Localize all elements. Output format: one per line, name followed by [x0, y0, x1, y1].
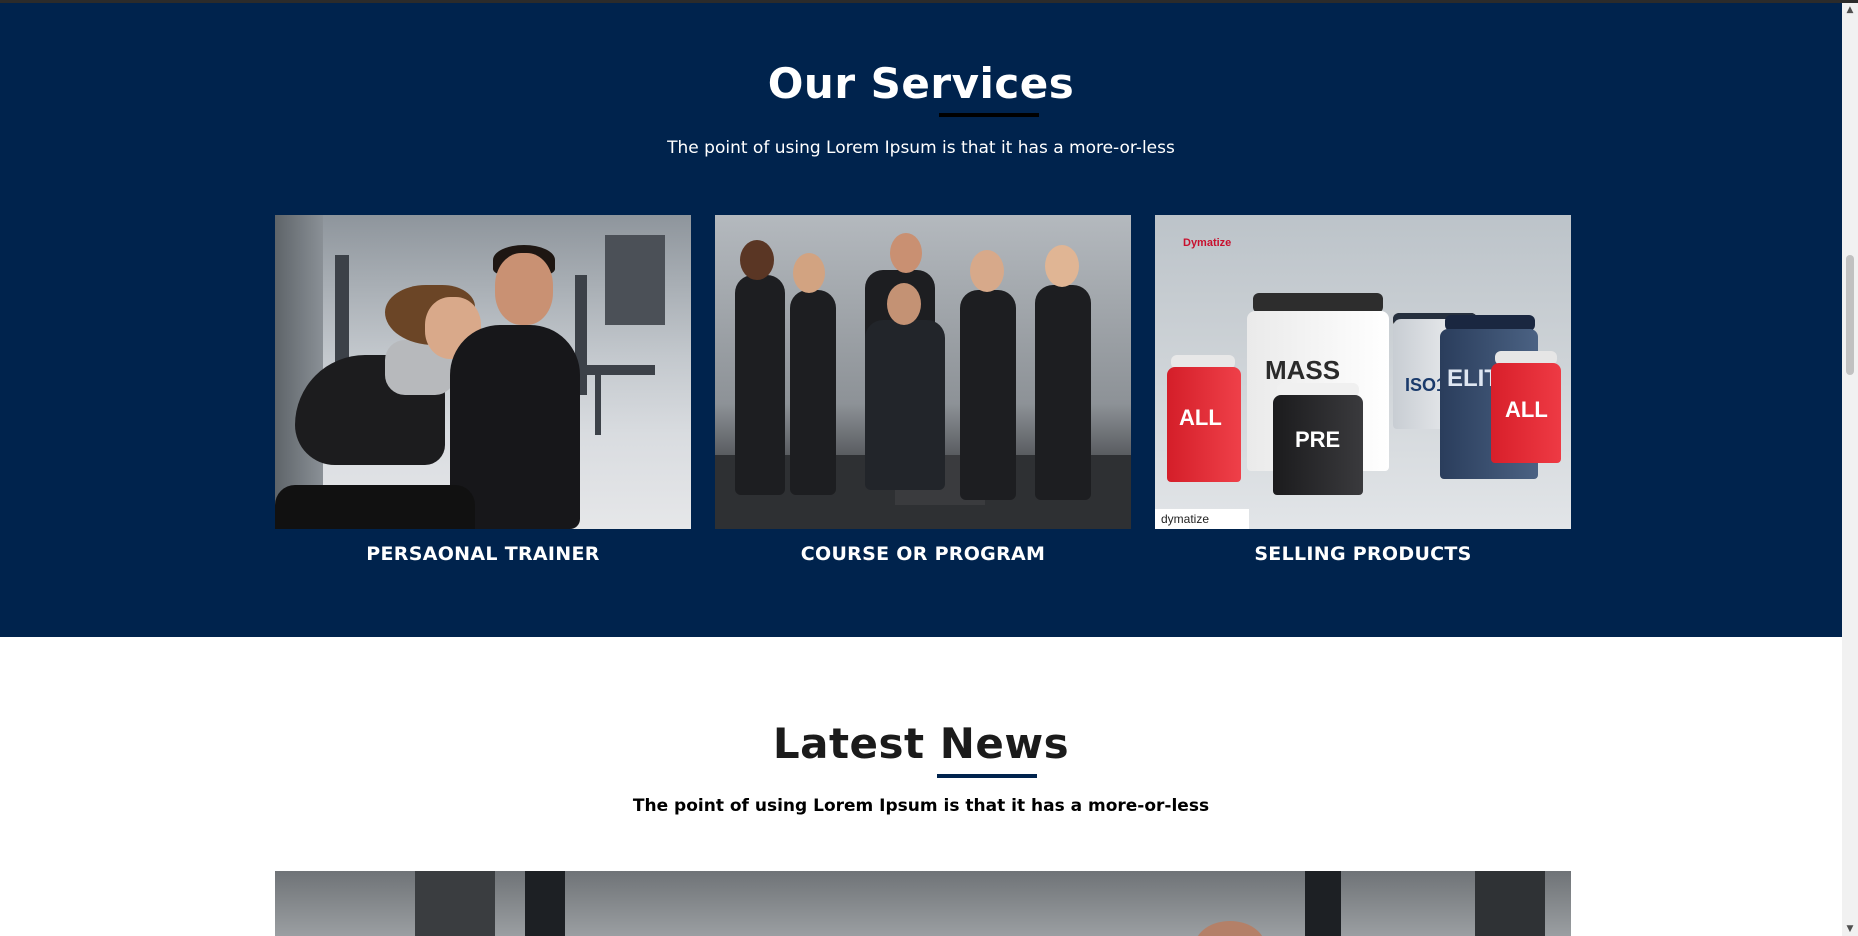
dymatize-badge: dymatize	[1161, 512, 1210, 526]
personal-trainer-image[interactable]	[275, 215, 691, 529]
service-card-personal-trainer[interactable]: PERSAONAL TRAINER	[275, 215, 691, 565]
service-card-label[interactable]: COURSE OR PROGRAM	[715, 543, 1131, 565]
news-title-underline	[937, 774, 1037, 778]
services-subtitle: The point of using Lorem Ipsum is that i…	[667, 138, 1175, 158]
service-card-selling-products[interactable]: Dymatize MASS ISO100 ELITE ALL ALL PRE d…	[1155, 215, 1571, 565]
scrollbar-thumb[interactable]	[1846, 255, 1854, 375]
product-label-all-right: ALL	[1505, 397, 1548, 422]
news-subtitle: The point of using Lorem Ipsum is that i…	[632, 796, 1210, 816]
service-card-label[interactable]: SELLING PRODUCTS	[1155, 543, 1571, 565]
page-viewport: Our Services The point of using Lorem Ip…	[0, 3, 1842, 936]
course-program-image[interactable]	[715, 215, 1131, 529]
news-featured-image[interactable]	[275, 871, 1571, 936]
product-label-all-left: ALL	[1179, 405, 1222, 430]
dymatize-logo: Dymatize	[1183, 237, 1232, 249]
product-label-pre: PRE	[1295, 427, 1341, 452]
news-title: Latest News	[772, 719, 1070, 768]
scroll-up-arrow-icon[interactable]: ▲	[1845, 5, 1855, 15]
scroll-down-arrow-icon[interactable]: ▼	[1845, 924, 1855, 934]
product-label-mass: MASS	[1265, 355, 1341, 385]
vertical-scrollbar[interactable]: ▲ ▼	[1842, 3, 1858, 936]
services-section: Our Services The point of using Lorem Ip…	[0, 3, 1842, 637]
service-card-label[interactable]: PERSAONAL TRAINER	[275, 543, 691, 565]
services-title: Our Services	[767, 59, 1075, 108]
selling-products-image[interactable]: Dymatize MASS ISO100 ELITE ALL ALL PRE d…	[1155, 215, 1571, 529]
service-card-course-program[interactable]: COURSE OR PROGRAM	[715, 215, 1131, 565]
services-title-underline	[939, 113, 1039, 117]
